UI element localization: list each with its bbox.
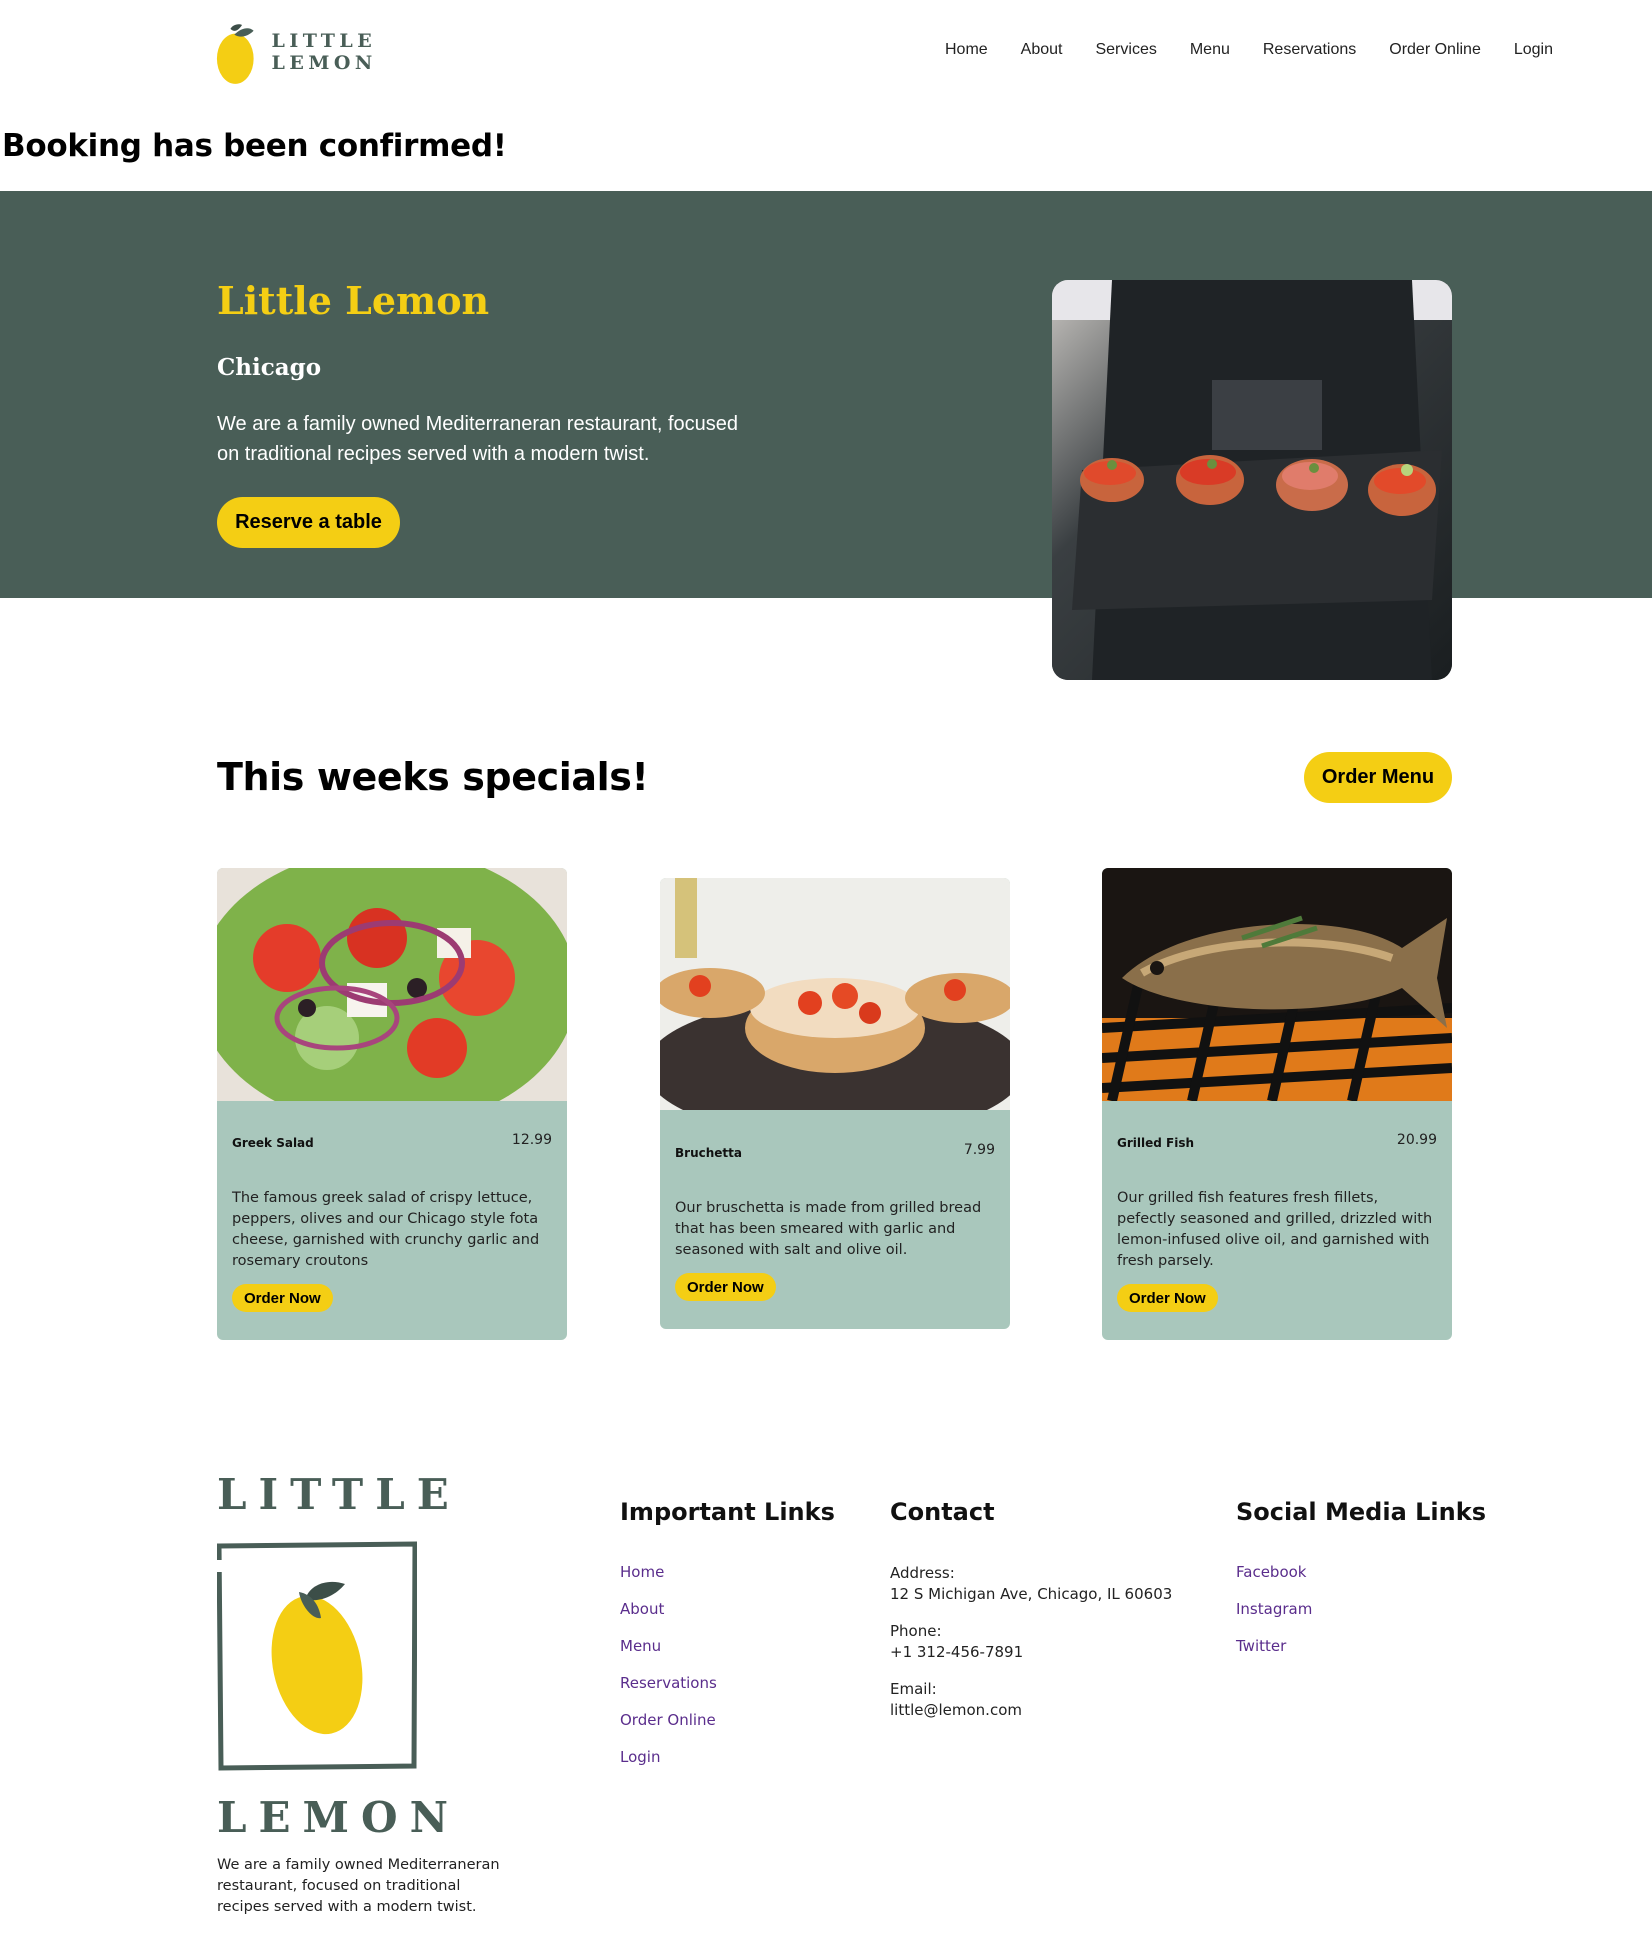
greek-salad-image <box>217 868 567 1101</box>
hero-food-image <box>1052 280 1452 680</box>
order-now-button[interactable]: Order Now <box>675 1273 776 1301</box>
contact-address: 12 S Michigan Ave, Chicago, IL 60603 <box>890 1585 1173 1603</box>
footer-link-reservations[interactable]: Reservations <box>620 1674 717 1692</box>
nav-order-online[interactable]: Order Online <box>1389 41 1481 59</box>
card-description: The famous greek salad of crispy lettuce… <box>232 1190 540 1269</box>
footer-lemon-logo-icon <box>217 1541 417 1771</box>
footer-link-menu[interactable]: Menu <box>620 1637 661 1655</box>
nav-reservations[interactable]: Reservations <box>1263 41 1356 59</box>
social-link-twitter[interactable]: Twitter <box>1236 1637 1286 1655</box>
special-card-greek-salad: Greek Salad 12.99 The famous greek salad… <box>217 868 567 1340</box>
bruchetta-image <box>660 878 1010 1110</box>
order-now-button[interactable]: Order Now <box>1117 1284 1218 1312</box>
main-nav: Home About Services Menu Reservations Or… <box>912 41 1553 59</box>
hero-subtitle: Chicago <box>217 354 322 381</box>
footer-logo-top-text: LITTLE <box>217 1470 461 1519</box>
card-price: 20.99 <box>1396 1132 1437 1148</box>
grilled-fish-image <box>1102 868 1452 1101</box>
footer-link-order-online[interactable]: Order Online <box>620 1711 716 1729</box>
reserve-table-button[interactable]: Reserve a table <box>217 497 400 548</box>
contact-address-label: Address: <box>890 1564 955 1582</box>
footer-about-text: We are a family owned Mediterraneran res… <box>217 1857 500 1915</box>
brand-logo-text: LITTLE LEMON <box>271 30 377 74</box>
nav-login[interactable]: Login <box>1514 41 1553 59</box>
footer-important-links-title: Important Links <box>620 1498 835 1526</box>
brand-logo[interactable]: LITTLE LEMON <box>215 12 485 92</box>
footer-contact-title: Contact <box>890 1498 995 1526</box>
nav-menu[interactable]: Menu <box>1190 41 1230 59</box>
hero-description: We are a family owned Mediterraneran res… <box>217 413 739 465</box>
footer-link-login[interactable]: Login <box>620 1748 660 1766</box>
card-description: Our bruschetta is made from grilled brea… <box>675 1200 982 1258</box>
order-now-button[interactable]: Order Now <box>232 1284 333 1312</box>
contact-phone: +1 312-456-7891 <box>890 1643 1024 1661</box>
contact-email-label: Email: <box>890 1680 937 1698</box>
contact-phone-label: Phone: <box>890 1622 942 1640</box>
footer-link-home[interactable]: Home <box>620 1563 664 1581</box>
special-card-grilled-fish: Grilled Fish 20.99 Our grilled fish feat… <box>1102 868 1452 1340</box>
specials-title: This weeks specials! <box>217 755 649 799</box>
chef-serving-image <box>1052 280 1452 680</box>
card-price: 7.99 <box>963 1142 995 1158</box>
card-name: Greek Salad <box>232 1136 314 1150</box>
nav-services[interactable]: Services <box>1095 41 1156 59</box>
footer-link-about[interactable]: About <box>620 1600 664 1618</box>
booking-confirmation-message: Booking has been confirmed! <box>2 128 507 164</box>
special-card-bruchetta: Bruchetta 7.99 Our bruschetta is made fr… <box>660 878 1010 1329</box>
footer-social-title: Social Media Links <box>1236 1498 1486 1526</box>
social-link-instagram[interactable]: Instagram <box>1236 1600 1312 1618</box>
lemon-logo-icon <box>216 24 254 84</box>
social-link-facebook[interactable]: Facebook <box>1236 1563 1306 1581</box>
card-description: Our grilled fish features fresh fillets,… <box>1117 1190 1433 1269</box>
nav-about[interactable]: About <box>1021 41 1063 59</box>
hero-title: Little Lemon <box>217 278 490 323</box>
nav-home[interactable]: Home <box>945 41 988 59</box>
card-name: Bruchetta <box>675 1146 742 1160</box>
order-menu-button[interactable]: Order Menu <box>1304 752 1452 803</box>
site-header: LITTLE LEMON Home About Services Menu Re… <box>0 0 1652 110</box>
contact-email: little@lemon.com <box>890 1701 1022 1719</box>
card-price: 12.99 <box>511 1132 552 1148</box>
footer-logo-bottom-text: LEMON <box>217 1793 461 1842</box>
card-name: Grilled Fish <box>1117 1136 1195 1150</box>
